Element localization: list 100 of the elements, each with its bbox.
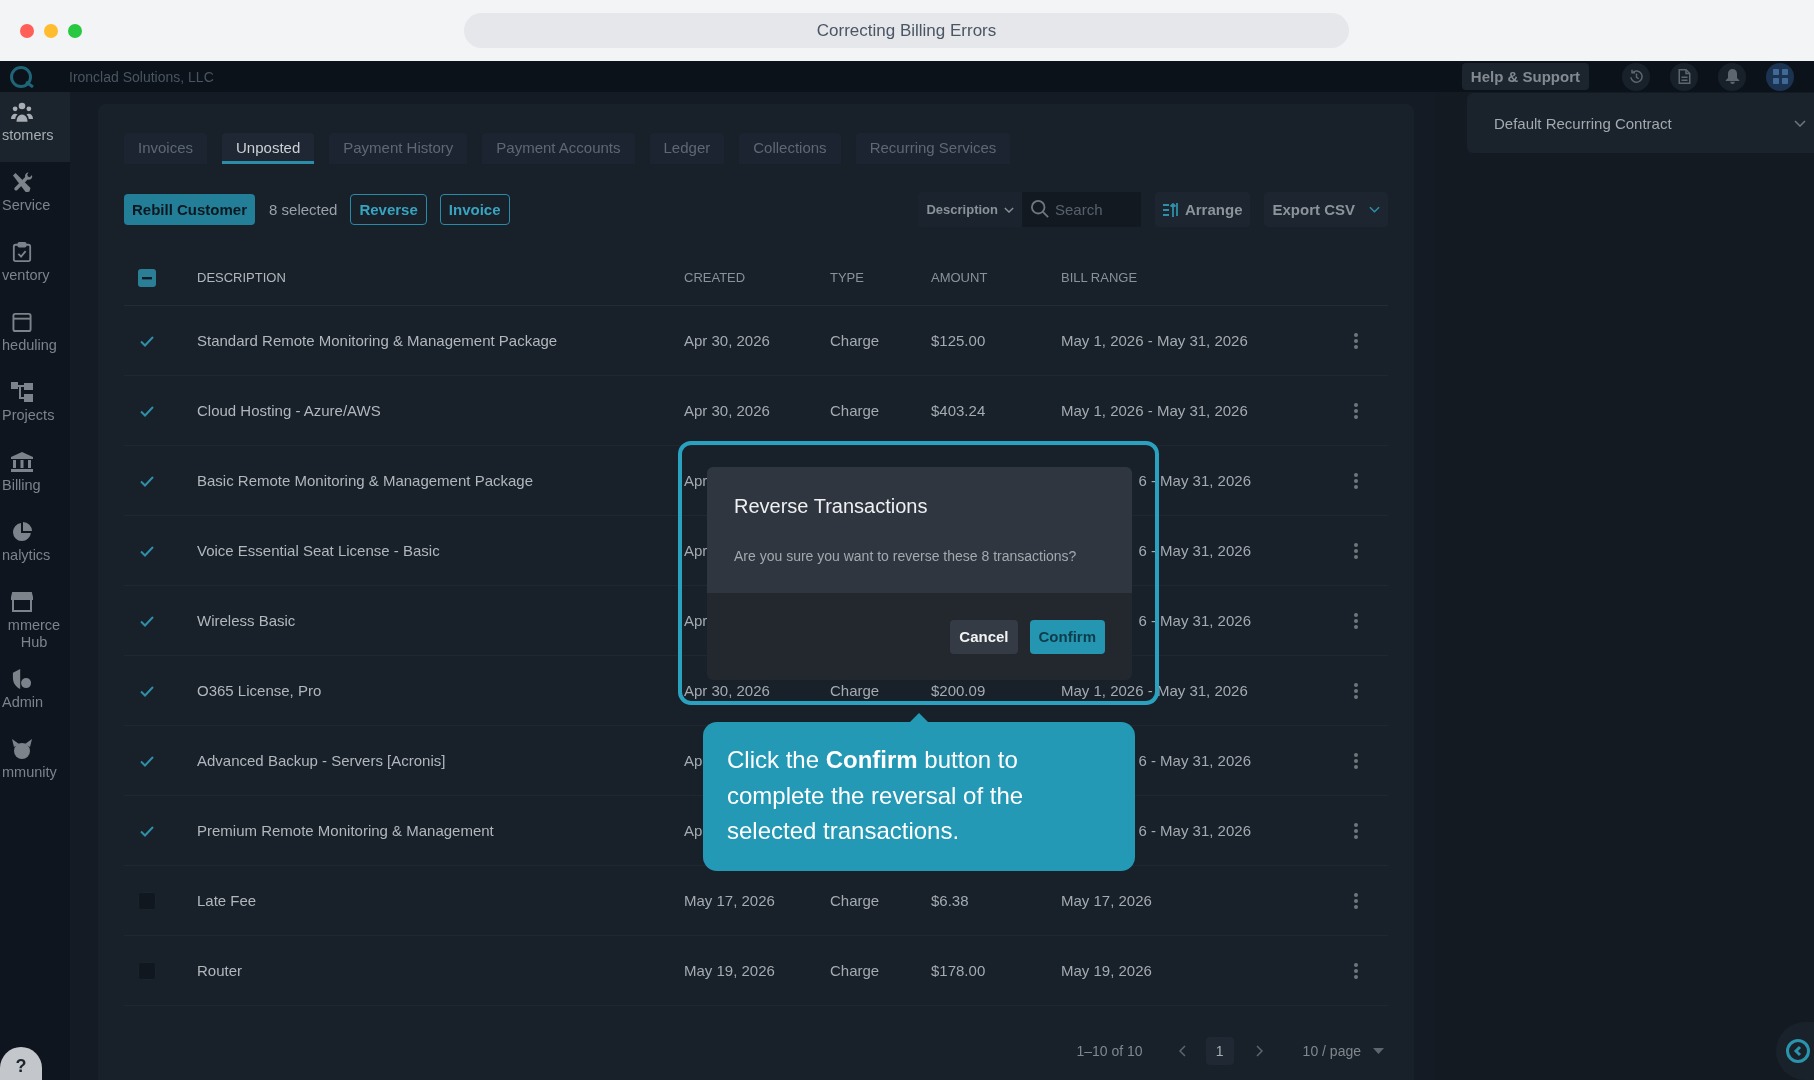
apps-icon [1772,69,1788,84]
tab[interactable]: Unposted [222,133,315,164]
bill-range: May 1, 2026 - May 31, 2026 [1061,402,1248,419]
calendar-icon [11,312,33,332]
column-header: BILL RANGE [1061,270,1138,285]
history-button[interactable] [1622,62,1650,91]
kebab-menu-icon[interactable] [1354,892,1358,909]
dialog-title: Reverse Transactions [734,494,929,518]
sidebar-item[interactable]: mmunity [0,729,70,799]
kebab-menu-icon[interactable] [1354,682,1358,699]
description-text: Late Fee [197,892,257,909]
kebab-menu-icon[interactable] [1354,542,1358,559]
storefront-icon [11,592,33,612]
close-window-icon[interactable] [20,23,34,38]
created-date: Apr [684,612,708,629]
kebab-menu-icon[interactable] [1354,962,1358,979]
history-icon [1628,69,1644,84]
kebab-menu-icon[interactable] [1354,402,1358,419]
tab[interactable]: Payment History [329,133,468,164]
filter-dropdown[interactable]: Description [918,192,1022,227]
people-icon [11,102,33,122]
sidebar-item[interactable]: nalytics [0,512,70,582]
bill-range: 6 - May 31, 2026 [1138,752,1251,769]
column-header: AMOUNT [931,270,988,285]
description-text: Standard Remote Monitoring & Management Package [197,332,558,349]
export-button[interactable]: Export CSV [1264,192,1388,227]
created-date: Apr 30, 2026 [684,402,770,419]
search-icon [1030,200,1049,218]
select-all-checkbox[interactable] [138,268,156,287]
bank-icon [11,452,33,472]
description-text: Basic Remote Monitoring & Management Package [197,472,533,489]
contract-selector[interactable]: Default Recurring Contract [1467,93,1814,153]
tab[interactable]: Invoices [124,133,208,164]
logo-icon[interactable] [9,65,35,88]
animal-face-icon [11,739,33,759]
page-title-bar: Correcting Billing Errors [464,13,1349,48]
chevron-right-icon[interactable] [1255,1045,1263,1057]
cancel-button[interactable]: Cancel [950,619,1018,654]
created-date: May 19, 2026 [684,962,775,979]
hierarchy-icon [11,382,33,402]
kebab-menu-icon[interactable] [1354,472,1358,489]
bill-range: 6 - May 31, 2026 [1138,542,1251,559]
apps-button[interactable] [1766,62,1794,91]
amount: $125.00 [931,332,986,349]
tab[interactable]: Recurring Services [855,133,1011,164]
company-name: Ironclad Solutions, LLC [69,68,214,85]
created-date: Apr 30, 2026 [684,682,770,699]
amount: $6.38 [931,892,969,909]
created-date: Ap [684,822,703,839]
sidebar-item[interactable]: Service [0,162,70,232]
search-field[interactable]: Search [1021,192,1141,227]
description-text: Router [197,962,243,979]
selection-count: 8 selected [269,201,338,218]
sidebar-item[interactable]: ventory [0,232,70,302]
bill-range: 6 - May 31, 2026 [1138,822,1251,839]
sidebar-item[interactable]: heduling [0,302,70,372]
chevron-down-icon [1369,206,1380,213]
sidebar-item[interactable]: stomers [0,92,70,162]
kebab-menu-icon[interactable] [1354,612,1358,629]
reverse-button[interactable]: Reverse [350,194,427,225]
rebill-button[interactable]: Rebill Customer [124,194,256,225]
help-support-button[interactable]: Help & Support [1461,63,1589,90]
clipboard-check-icon [11,242,33,262]
description-text: O365 License, Pro [197,682,322,699]
amount: $178.00 [931,962,986,979]
zoom-window-icon[interactable] [68,23,82,38]
created-date: Apr 30, 2026 [684,332,770,349]
bill-range: 6 - May 31, 2026 [1138,472,1251,489]
sidebar-item[interactable]: Projects [0,372,70,442]
invoice-button[interactable]: Invoice [439,194,510,225]
kebab-menu-icon[interactable] [1354,752,1358,769]
kebab-menu-icon[interactable] [1354,822,1358,839]
column-header: DESCRIPTION [197,270,286,285]
confirm-button[interactable]: Confirm [1029,619,1105,654]
ring-icon [1786,1039,1810,1063]
sidebar-item[interactable]: Billing [0,442,70,512]
transaction-type: Charge [830,962,880,979]
documents-button[interactable] [1670,62,1698,91]
column-header: TYPE [830,270,864,285]
page-size-select[interactable]: 10 / page [1302,1043,1384,1059]
transaction-type: Charge [830,682,880,699]
bill-range: 6 - May 31, 2026 [1138,612,1251,629]
notifications-button[interactable] [1718,62,1746,91]
created-date: Ap [684,752,703,769]
created-date: Apr [684,472,708,489]
tab[interactable]: Payment Accounts [482,133,635,164]
kebab-menu-icon[interactable] [1354,332,1358,349]
tab[interactable]: Collections [739,133,841,164]
created-date: May 17, 2026 [684,892,775,909]
chevron-left-icon[interactable] [1178,1045,1186,1057]
arrange-button[interactable]: Arrange [1154,192,1251,227]
dialog-message: Are you sure you want to reverse these 8 transactions? [734,547,1078,565]
page-button[interactable]: 1 [1205,1037,1234,1065]
transaction-type: Charge [830,402,880,419]
sidebar-item[interactable]: Admin [0,659,70,729]
description-text: Wireless Basic [197,612,296,629]
tab[interactable]: Ledger [649,133,725,164]
sidebar-item[interactable]: mmerce Hub [0,582,70,659]
description-text: Cloud Hosting - Azure/AWS [197,402,381,419]
chevron-down-icon [1003,206,1014,213]
